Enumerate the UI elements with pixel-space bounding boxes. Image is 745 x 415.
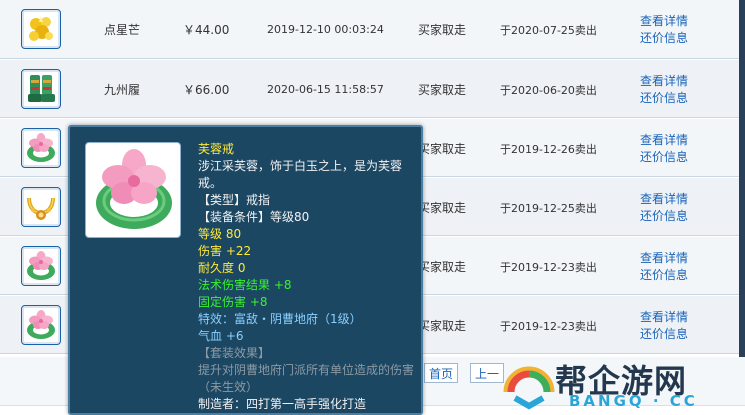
sold-date-cell: 于2019-12-23卖出 [500,319,597,333]
sold-date-cell: 于2019-12-25卖出 [500,201,597,215]
first-page-button[interactable]: 首页 [424,363,458,383]
view-detail-link[interactable]: 查看详情 [640,250,688,267]
item-name: 芙蓉戒 [198,142,235,156]
set-effect-title: 【套装效果】 [198,346,271,360]
bargain-info-link[interactable]: 还价信息 [640,90,688,107]
row-actions: 查看详情 还价信息 [640,0,688,59]
sold-date-cell: 于2020-07-25卖出 [500,23,597,37]
item-effect: 特效：富敌・阴曹地府（1级） [198,312,362,326]
table-row: 点星芒 ￥44.00 2019-12-10 00:03:24 买家取走 于2020-07… [0,0,745,59]
row-actions: 查看详情 还价信息 [640,119,688,178]
item-thumbnail[interactable] [21,187,61,227]
row-actions: 查看详情 还价信息 [640,178,688,237]
item-thumbnail[interactable] [21,9,61,49]
item-requirement: 【装备条件】等级80 [198,210,310,224]
status-cell: 买家取走 [418,319,467,333]
watermark: 帮企游网 BANGQ · CC [497,350,745,415]
status-cell: 买家取走 [418,23,467,37]
sold-date-cell: 于2020-06-20卖出 [500,83,597,97]
item-type: 【类型】戒指 [198,193,271,207]
view-detail-link[interactable]: 查看详情 [640,191,688,208]
row-actions: 查看详情 还价信息 [640,296,688,355]
gold-flower-icon [24,12,58,46]
item-price-cell: ￥44.00 [183,23,230,37]
status-cell: 买家取走 [418,83,467,97]
sold-date-cell: 于2019-12-23卖出 [500,260,597,274]
item-thumbnail[interactable] [21,128,61,168]
item-thumbnail[interactable] [21,305,61,345]
item-fixed-damage: 固定伤害 +8 [198,295,268,309]
jade-ring-icon [24,308,58,342]
jade-ring-icon [24,131,58,165]
item-hp: 气血 +6 [198,329,244,343]
item-tooltip: 芙蓉戒 涉江采芙蓉，饰于白玉之上，是为芙蓉戒。 【类型】戒指 【装备条件】等级8… [68,125,423,415]
green-boots-icon [24,72,58,106]
view-detail-link[interactable]: 查看详情 [640,132,688,149]
bargain-info-link[interactable]: 还价信息 [640,149,688,166]
view-detail-link[interactable]: 查看详情 [640,309,688,326]
item-thumbnail[interactable] [21,246,61,286]
item-description: 涉江采芙蓉，饰于白玉之上，是为芙蓉戒。 [198,159,403,190]
item-thumbnail[interactable] [21,69,61,109]
listing-time-cell: 2020-06-15 11:58:57 [267,83,384,96]
sold-date-cell: 于2019-12-26卖出 [500,142,597,156]
row-actions: 查看详情 还价信息 [640,237,688,296]
view-detail-link[interactable]: 查看详情 [640,13,688,30]
item-durability: 耐久度 0 [198,261,246,275]
item-maker: 制造者：四打第一高手强化打造 [198,397,367,411]
view-detail-link[interactable]: 查看详情 [640,73,688,90]
bargain-info-link[interactable]: 还价信息 [640,208,688,225]
item-price-cell: ￥66.00 [183,83,230,97]
gold-necklace-icon [24,190,58,224]
bargain-info-link[interactable]: 还价信息 [640,267,688,284]
bargain-info-link[interactable]: 还价信息 [640,326,688,343]
brand-logo-icon [503,366,555,410]
item-large-image [85,142,181,238]
bargain-info-link[interactable]: 还价信息 [640,30,688,47]
listing-time-cell: 2019-12-10 00:03:24 [267,23,384,36]
row-actions: 查看详情 还价信息 [640,60,688,119]
item-name-cell: 九州履 [104,83,141,97]
status-cell: 买家取走 [418,142,467,156]
status-cell: 买家取走 [418,201,467,215]
set-effect-desc: 提升对阴曹地府门派所有单位造成的伤害（未生效） [198,363,415,394]
watermark-sub: BANGQ · CC [569,392,698,410]
status-cell: 买家取走 [418,260,467,274]
table-row: 九州履 ￥66.00 2020-06-15 11:58:57 买家取走 于2020-06… [0,59,745,118]
item-name-cell: 点星芒 [104,23,141,37]
item-damage: 伤害 +22 [198,244,252,258]
jade-ring-icon [24,249,58,283]
item-level: 等级 80 [198,227,242,241]
item-spell-result: 法术伤害结果 +8 [198,278,292,292]
jade-ring-icon [96,149,172,229]
